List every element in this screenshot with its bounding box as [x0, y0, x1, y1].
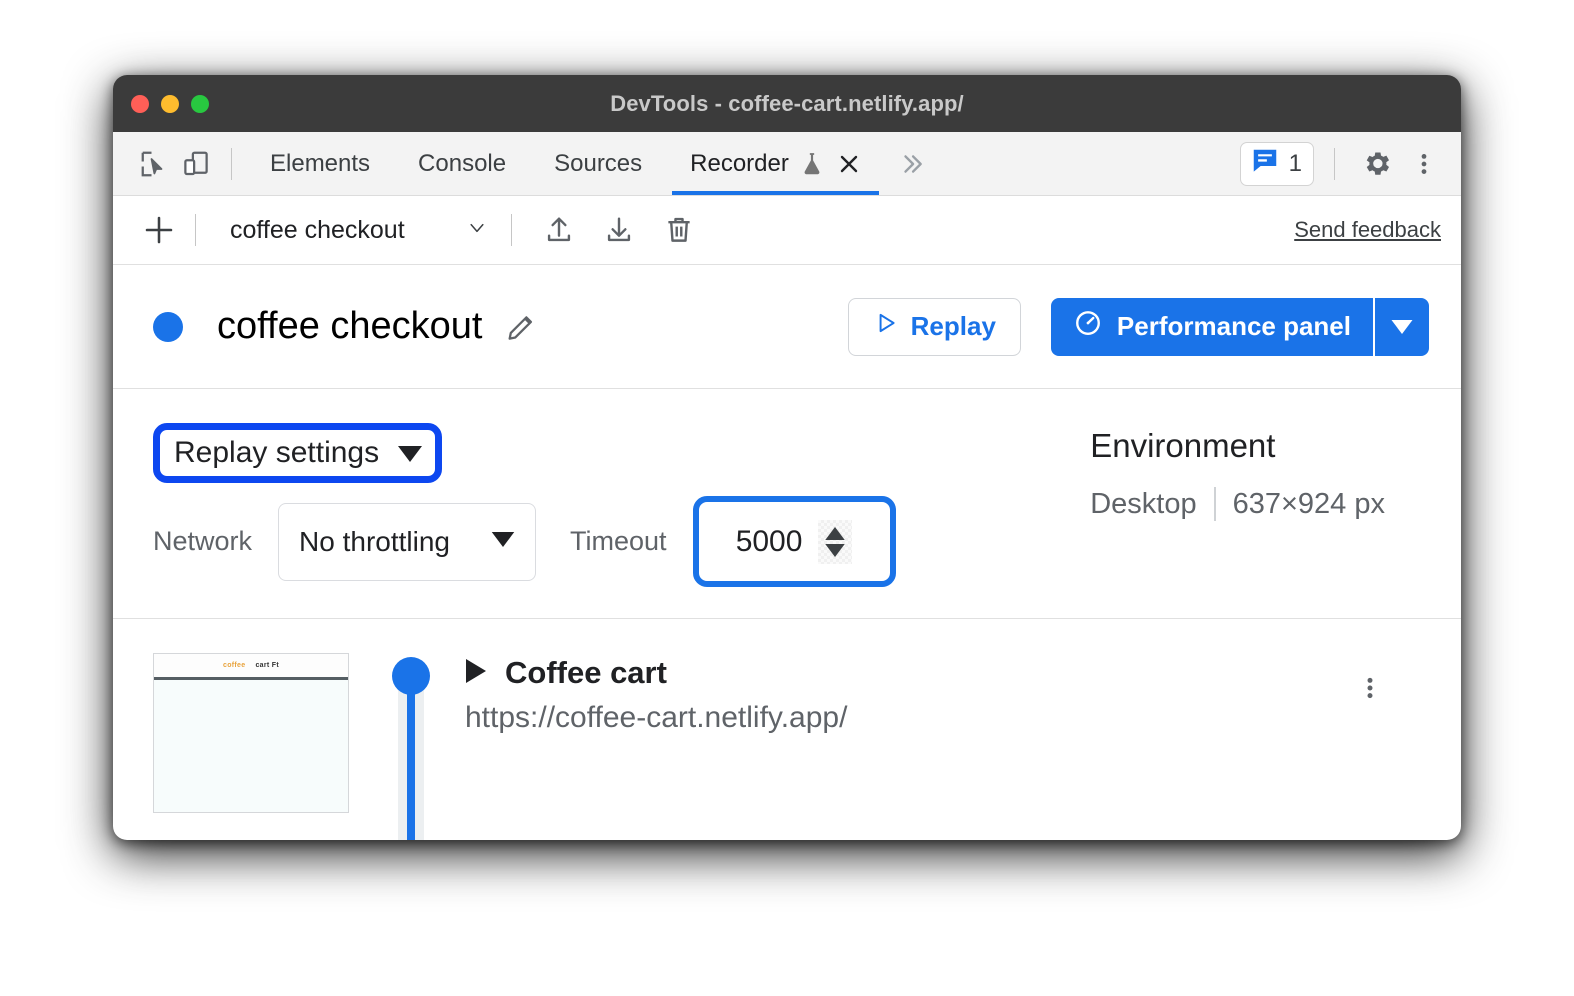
- network-throttling-value: No throttling: [299, 525, 450, 557]
- issues-badge[interactable]: 1: [1239, 141, 1314, 186]
- download-icon[interactable]: [598, 209, 640, 251]
- issues-count: 1: [1288, 149, 1302, 177]
- send-feedback-link[interactable]: Send feedback: [1294, 217, 1443, 243]
- step-url: https://coffee-cart.netlify.app/: [465, 701, 848, 734]
- timeline-line: [407, 693, 415, 840]
- recording-selector[interactable]: coffee checkout: [220, 212, 497, 249]
- environment-section: Environment Desktop 637×924 px: [1090, 423, 1429, 618]
- recording-actions: Replay Performance panel: [847, 297, 1429, 356]
- panel-tabs: Elements Console Sources Recorder: [246, 132, 939, 195]
- inspect-cursor-icon[interactable]: [133, 143, 175, 185]
- three-dot-vertical-icon[interactable]: [1403, 143, 1445, 185]
- window-title: DevTools - coffee-cart.netlify.app/: [610, 90, 964, 116]
- window-traffic-lights: [131, 94, 209, 113]
- tab-sources[interactable]: Sources: [530, 132, 666, 195]
- window-titlebar: DevTools - coffee-cart.netlify.app/: [113, 75, 1461, 132]
- minimize-window-button[interactable]: [161, 94, 179, 113]
- plus-icon[interactable]: [137, 208, 181, 252]
- environment-viewport: 637×924 px: [1232, 487, 1385, 520]
- tab-label: Console: [418, 149, 507, 177]
- thumbnail-header: coffee cart Ft: [154, 654, 348, 680]
- recorder-actions-divider: [510, 214, 512, 246]
- caret-down-icon: [491, 531, 515, 552]
- thumbnail-title: cart Ft: [255, 662, 279, 669]
- performance-panel-caret[interactable]: [1373, 297, 1429, 356]
- environment-title: Environment: [1090, 427, 1276, 464]
- tab-console[interactable]: Console: [394, 132, 530, 195]
- tab-label: Elements: [270, 149, 371, 177]
- environment-device: Desktop: [1090, 487, 1197, 520]
- replay-settings-label: Replay settings: [174, 436, 380, 469]
- replay-button-label: Replay: [910, 311, 996, 341]
- timeout-label: Timeout: [570, 526, 667, 556]
- maximize-window-button[interactable]: [191, 94, 209, 113]
- tabbar-right-actions: 1: [1239, 141, 1445, 186]
- timeline-step-dot[interactable]: [392, 657, 430, 695]
- devtools-window: DevTools - coffee-cart.netlify.app/ Elem…: [113, 75, 1461, 840]
- step-screenshot-thumbnail: coffee cart Ft: [153, 653, 349, 813]
- trash-icon[interactable]: [658, 209, 700, 251]
- step-header[interactable]: Coffee cart: [465, 655, 847, 691]
- spinner-up-down-icon[interactable]: [818, 519, 853, 564]
- gear-icon[interactable]: [1355, 143, 1397, 185]
- devtools-tabbar: Elements Console Sources Recorder 1: [113, 132, 1461, 196]
- replay-settings-left: Replay settings Network No throttling Ti…: [153, 423, 1013, 618]
- flask-icon: [799, 150, 825, 178]
- replay-settings-highlight: Replay settings: [153, 423, 443, 483]
- tab-label: Recorder: [690, 149, 789, 177]
- step-name: Coffee cart: [505, 655, 667, 690]
- triangle-right-icon[interactable]: [465, 658, 487, 688]
- performance-panel-group: Performance panel: [1050, 297, 1429, 356]
- recording-status-dot: [153, 311, 183, 342]
- play-triangle-icon: [873, 310, 899, 343]
- steps-list: coffee cart Ft Coffee cart https://coffe…: [113, 619, 1461, 840]
- replay-settings-section: Replay settings Network No throttling Ti…: [113, 389, 1461, 619]
- close-icon[interactable]: [837, 152, 861, 176]
- issues-message-icon: [1250, 146, 1280, 181]
- tab-label: Sources: [554, 149, 643, 177]
- tab-elements[interactable]: Elements: [246, 132, 394, 195]
- thumbnail-logo: coffee: [223, 662, 246, 669]
- device-toolbar-icon[interactable]: [175, 143, 217, 185]
- tabbar-right-divider: [1334, 147, 1335, 180]
- close-window-button[interactable]: [131, 94, 149, 113]
- step-timeline: [385, 653, 445, 840]
- gauge-icon: [1073, 308, 1103, 345]
- environment-divider: [1213, 487, 1216, 521]
- chevron-down-icon: [463, 218, 491, 243]
- replay-settings-toggle[interactable]: Replay settings: [174, 436, 423, 470]
- recorder-file-actions: [538, 209, 700, 251]
- recording-header: coffee checkout Replay Performance panel: [113, 265, 1461, 389]
- recording-name: coffee checkout: [230, 215, 405, 244]
- timeout-input[interactable]: 5000: [736, 525, 803, 559]
- replay-settings-fields: Network No throttling Timeout 5000: [153, 496, 1013, 587]
- page-title: coffee checkout: [217, 305, 483, 347]
- performance-panel-label: Performance panel: [1116, 311, 1351, 341]
- environment-details: Desktop 637×924 px: [1090, 487, 1385, 521]
- network-label: Network: [153, 526, 253, 556]
- recorder-toolbar: coffee checkout Send feedback: [113, 196, 1461, 265]
- tab-recorder[interactable]: Recorder: [666, 132, 885, 195]
- pencil-icon[interactable]: [504, 310, 538, 344]
- chevron-double-right-icon[interactable]: [885, 151, 939, 177]
- recorder-toolbar-divider: [195, 214, 196, 246]
- caret-down-icon: [397, 436, 423, 470]
- upload-icon[interactable]: [538, 209, 580, 251]
- list-item: Coffee cart https://coffee-cart.netlify.…: [465, 653, 847, 813]
- screenshot-root: DevTools - coffee-cart.netlify.app/ Elem…: [0, 0, 1574, 996]
- tabbar-divider: [231, 147, 232, 180]
- network-throttling-select[interactable]: No throttling: [278, 502, 537, 581]
- step-menu-button[interactable]: [1357, 653, 1429, 813]
- replay-button[interactable]: Replay: [847, 297, 1021, 356]
- timeout-input-highlight: 5000: [692, 496, 896, 587]
- performance-panel-button[interactable]: Performance panel: [1050, 297, 1373, 356]
